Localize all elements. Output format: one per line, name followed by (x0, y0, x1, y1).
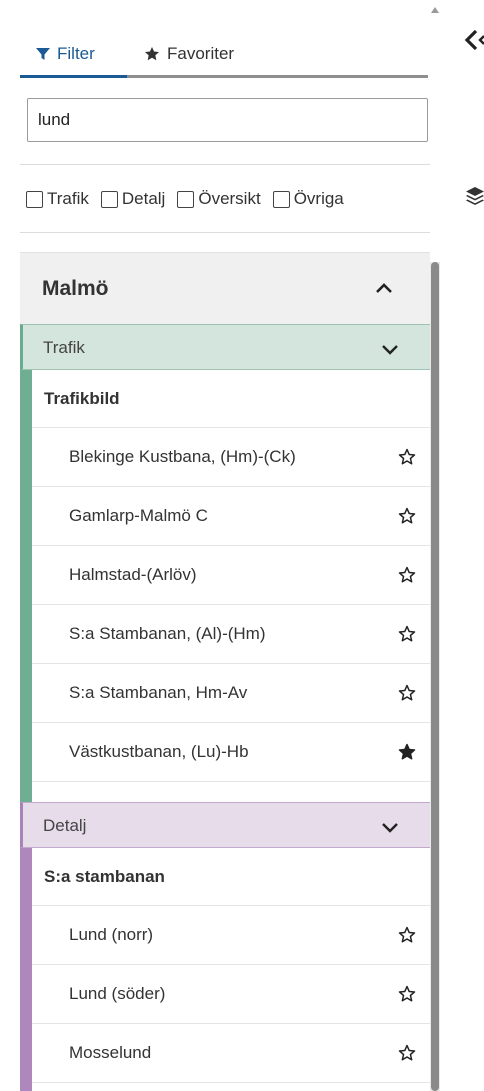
list-item[interactable]: Blekinge Kustbana, (Hm)-(Ck) (32, 428, 430, 487)
list-item-label: Lund (söder) (69, 984, 166, 1003)
checkbox-label: Detalj (121, 189, 166, 208)
tab-bar: Filter Favoriter (20, 22, 428, 78)
chevron-left-icon[interactable] (462, 28, 484, 52)
list-item-label: Blekinge Kustbana, (Hm)-(Ck) (69, 447, 296, 466)
filter-panel: Filter Favoriter Trafik Detalj Översikt … (0, 0, 430, 1091)
star-icon (144, 46, 160, 62)
chevron-down-icon[interactable] (381, 343, 399, 355)
checkbox-box[interactable] (26, 190, 43, 208)
star-outline-icon[interactable] (398, 566, 416, 584)
subheading-label: S:a stambanan (44, 867, 165, 886)
city-header-malmo[interactable]: Malmö (20, 252, 430, 324)
list-item-label: Mosselund (69, 1043, 152, 1062)
active-tab-indicator (20, 75, 127, 78)
checkbox-label: Övriga (293, 189, 344, 208)
subheading-trafikbild: Trafikbild (32, 370, 430, 428)
scroll-up-arrow-icon[interactable] (431, 6, 439, 14)
city-title: Malmö (42, 277, 109, 300)
subheading-label: Trafikbild (44, 389, 120, 408)
star-outline-icon[interactable] (398, 1044, 416, 1062)
list-item-label: S:a Stambanan, Hm-Av (69, 683, 248, 702)
group-label: Detalj (43, 816, 87, 835)
checkbox-oversikt[interactable]: Översikt (177, 189, 261, 209)
chevron-down-icon[interactable] (381, 821, 399, 833)
checkbox-trafik[interactable]: Trafik (26, 189, 89, 209)
list-item-label: Lund (norr) (69, 925, 154, 944)
list-item[interactable]: S:a Stambanan, (Al)-(Hm) (32, 605, 430, 664)
checkbox-box[interactable] (272, 190, 290, 208)
group-header-trafik[interactable]: Trafik (20, 324, 430, 370)
divider (20, 164, 430, 165)
star-outline-icon[interactable] (398, 507, 416, 525)
search-input[interactable] (27, 98, 428, 142)
group-color-stripe (20, 848, 32, 1091)
scrollbar-thumb[interactable] (431, 262, 439, 1091)
layer-list: Malmö Trafik Trafikbild Blekinge Kustban… (20, 252, 430, 1091)
star-outline-icon[interactable] (398, 684, 416, 702)
checkbox-label: Översikt (198, 189, 261, 208)
tab-favorites[interactable]: Favoriter (144, 34, 234, 74)
checkbox-box[interactable] (100, 190, 118, 208)
checkbox-detalj[interactable]: Detalj (100, 189, 166, 209)
tab-favorites-label: Favoriter (167, 44, 235, 63)
tab-filter-label: Filter (57, 44, 95, 63)
group-color-stripe (20, 370, 32, 802)
list-item-label: Västkustbanan, (Lu)-Hb (69, 742, 249, 761)
list-item[interactable]: Lund (söder) (32, 965, 430, 1024)
star-outline-icon[interactable] (398, 926, 416, 944)
funnel-icon (36, 47, 50, 61)
star-filled-icon[interactable] (398, 743, 416, 761)
tab-filter[interactable]: Filter (36, 34, 95, 74)
list-item[interactable]: Halmstad-(Arlöv) (32, 546, 430, 605)
checkbox-box[interactable] (177, 190, 195, 208)
group-label: Trafik (43, 338, 85, 357)
scrollbar[interactable] (430, 262, 440, 1091)
list-item[interactable]: Mosselund (32, 1024, 430, 1083)
list-item-label: Gamlarp-Malmö C (69, 506, 208, 525)
checkbox-ovriga[interactable]: Övriga (272, 189, 344, 209)
list-item[interactable]: S:a Stambanan, Hm-Av (32, 664, 430, 723)
checkbox-label: Trafik (47, 189, 89, 208)
chevron-up-icon[interactable] (375, 282, 393, 294)
star-outline-icon[interactable] (398, 625, 416, 643)
star-outline-icon[interactable] (398, 448, 416, 466)
list-item[interactable]: Västkustbanan, (Lu)-Hb (32, 723, 430, 782)
group-header-detalj[interactable]: Detalj (20, 802, 430, 848)
list-item[interactable]: Gamlarp-Malmö C (32, 487, 430, 546)
star-outline-icon[interactable] (398, 985, 416, 1003)
list-item-label: Halmstad-(Arlöv) (69, 565, 197, 584)
layers-icon[interactable] (466, 186, 484, 208)
subheading-sa-stambanan: S:a stambanan (32, 848, 430, 906)
divider (20, 232, 430, 233)
list-item-label: S:a Stambanan, (Al)-(Hm) (69, 624, 266, 643)
layer-type-filters: Trafik Detalj Översikt Övriga (26, 186, 356, 212)
list-item[interactable]: Lund (norr) (32, 906, 430, 965)
